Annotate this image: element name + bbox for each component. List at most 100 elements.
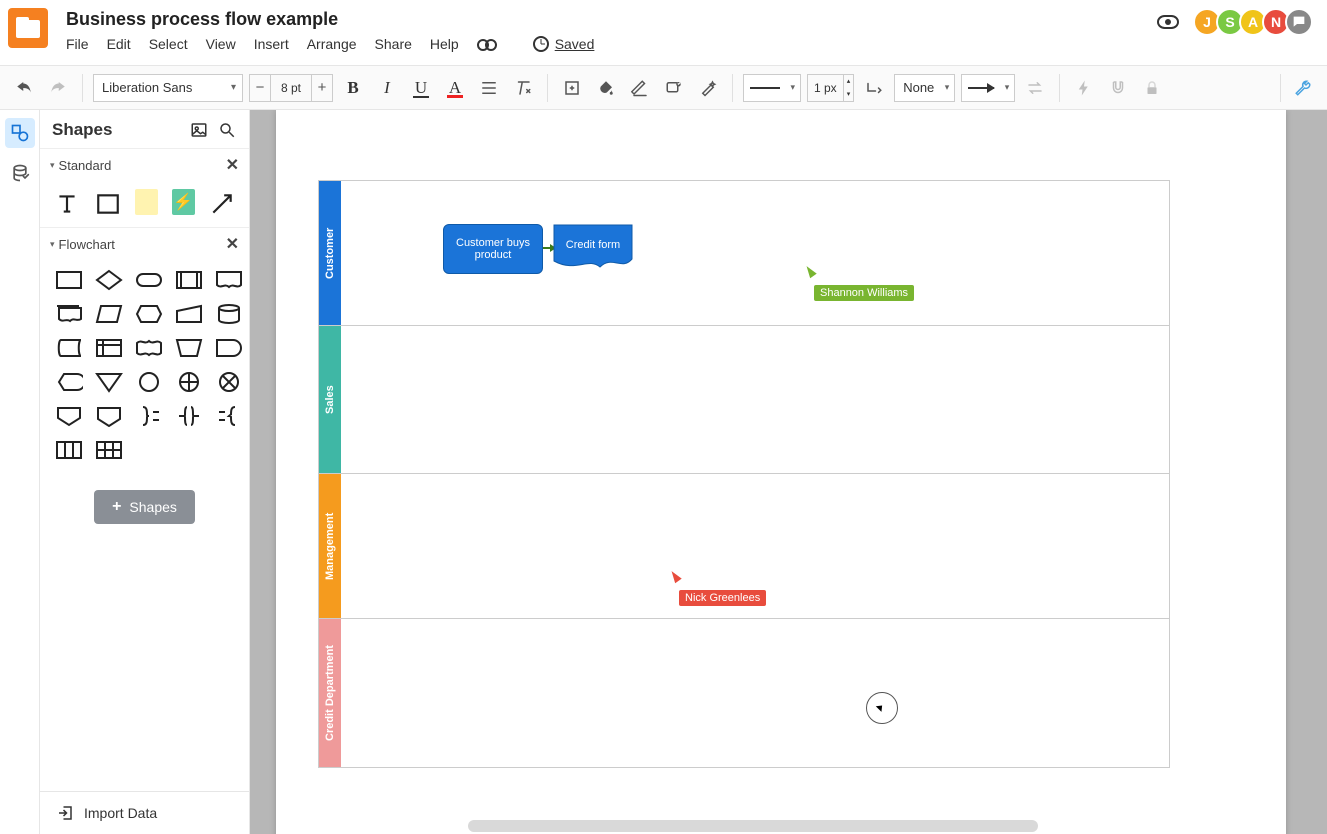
import-data-button[interactable]: Import Data: [40, 791, 249, 834]
menu-edit[interactable]: Edit: [107, 36, 131, 52]
arrow-shape[interactable]: [209, 189, 235, 219]
menu-select[interactable]: Select: [149, 36, 188, 52]
undo-button[interactable]: [10, 74, 38, 102]
fc-multidoc[interactable]: [54, 302, 84, 326]
settings-wrench-icon[interactable]: [1289, 74, 1317, 102]
italic-button[interactable]: I: [373, 74, 401, 102]
section-flowchart[interactable]: ▾Flowchart✕: [40, 227, 249, 260]
menu-arrange[interactable]: Arrange: [307, 36, 357, 52]
fc-delay[interactable]: [214, 336, 244, 360]
present-icon[interactable]: [1157, 15, 1179, 29]
automation-icon[interactable]: [1070, 74, 1098, 102]
fc-process[interactable]: [54, 268, 84, 292]
line-width-down[interactable]: ▾: [844, 88, 854, 101]
fc-tape[interactable]: [134, 336, 164, 360]
snap-icon[interactable]: [1104, 74, 1132, 102]
fc-data[interactable]: [94, 302, 124, 326]
rect-shape[interactable]: [94, 189, 120, 219]
clear-format-button[interactable]: [509, 74, 537, 102]
font-size-increase[interactable]: +: [312, 79, 332, 96]
action-shape[interactable]: [172, 189, 195, 215]
magic-style-button[interactable]: [694, 74, 722, 102]
horizontal-scrollbar[interactable]: [468, 820, 1038, 832]
comments-icon[interactable]: [1285, 8, 1313, 36]
fc-table[interactable]: [54, 438, 84, 462]
menu-view[interactable]: View: [206, 36, 236, 52]
note-shape[interactable]: [135, 189, 158, 215]
shapes-panel-toggle[interactable]: [5, 118, 35, 148]
shape-style-button[interactable]: [660, 74, 688, 102]
fc-grid[interactable]: [94, 438, 124, 462]
fc-storage[interactable]: [54, 336, 84, 360]
lane-management-header[interactable]: Management: [319, 474, 341, 618]
line-routing-button[interactable]: [860, 74, 888, 102]
save-status[interactable]: Saved: [533, 36, 595, 52]
font-size-value[interactable]: 8 pt: [270, 75, 312, 101]
arrow-end-select[interactable]: [961, 74, 1015, 102]
shape-size-button[interactable]: [558, 74, 586, 102]
lane-credit-header[interactable]: Credit Department: [319, 619, 341, 767]
line-style-select[interactable]: [743, 74, 801, 102]
menu-insert[interactable]: Insert: [254, 36, 289, 52]
fc-internal[interactable]: [94, 336, 124, 360]
page[interactable]: Customer Customer buys product Credit fo…: [276, 110, 1286, 834]
text-shape[interactable]: [54, 189, 80, 219]
fc-connector[interactable]: [134, 370, 164, 394]
fc-merge[interactable]: [94, 370, 124, 394]
lane-sales[interactable]: Sales: [319, 326, 1169, 474]
close-standard-icon[interactable]: ✕: [226, 155, 239, 175]
swap-ends-button[interactable]: [1021, 74, 1049, 102]
shape-credit-form[interactable]: Credit form: [553, 224, 633, 272]
fc-brace-left[interactable]: [214, 404, 244, 428]
fc-brace-both[interactable]: [174, 404, 204, 428]
font-family-select[interactable]: Liberation Sans: [93, 74, 243, 102]
menu-help[interactable]: Help: [430, 36, 459, 52]
swimlane-container[interactable]: Customer Customer buys product Credit fo…: [318, 180, 1170, 768]
menu-share[interactable]: Share: [375, 36, 412, 52]
canvas[interactable]: Customer Customer buys product Credit fo…: [250, 110, 1327, 834]
menu-file[interactable]: File: [66, 36, 89, 52]
section-standard[interactable]: ▾Standard✕: [40, 148, 249, 181]
fc-card[interactable]: [94, 404, 124, 428]
shape-customer-buys[interactable]: Customer buys product: [443, 224, 543, 274]
fill-color-button[interactable]: [592, 74, 620, 102]
line-width-stepper[interactable]: 1 px ▴▾: [807, 74, 854, 102]
underline-button[interactable]: U: [407, 74, 435, 102]
fc-database[interactable]: [214, 302, 244, 326]
redo-button[interactable]: [44, 74, 72, 102]
bold-button[interactable]: B: [339, 74, 367, 102]
line-width-up[interactable]: ▴: [844, 75, 854, 88]
fc-terminator[interactable]: [134, 268, 164, 292]
close-flowchart-icon[interactable]: ✕: [226, 234, 239, 254]
lane-credit[interactable]: Credit Department: [319, 619, 1169, 767]
fc-preparation[interactable]: [134, 302, 164, 326]
lane-customer[interactable]: Customer Customer buys product Credit fo…: [319, 181, 1169, 326]
fc-display[interactable]: [54, 370, 84, 394]
fc-sum[interactable]: [174, 370, 204, 394]
document-title[interactable]: Business process flow example: [66, 8, 1157, 30]
lane-customer-header[interactable]: Customer: [319, 181, 341, 325]
fc-predefined[interactable]: [174, 268, 204, 292]
align-button[interactable]: [475, 74, 503, 102]
fc-or[interactable]: [214, 370, 244, 394]
find-icon[interactable]: [477, 37, 497, 51]
text-color-button[interactable]: A: [441, 74, 469, 102]
search-shapes-icon[interactable]: [217, 120, 237, 140]
fc-input[interactable]: [174, 302, 204, 326]
fc-manual[interactable]: [174, 336, 204, 360]
fc-offpage[interactable]: [54, 404, 84, 428]
home-folder-icon[interactable]: [8, 8, 48, 48]
image-library-icon[interactable]: [189, 120, 209, 140]
fc-brace-right[interactable]: [134, 404, 164, 428]
lane-sales-header[interactable]: Sales: [319, 326, 341, 473]
cursor-label-shannon: Shannon Williams: [814, 285, 914, 301]
fc-document[interactable]: [214, 268, 244, 292]
font-size-decrease[interactable]: −: [250, 79, 270, 96]
font-size-stepper[interactable]: − 8 pt +: [249, 74, 333, 102]
border-color-button[interactable]: [626, 74, 654, 102]
fc-decision[interactable]: [94, 268, 124, 292]
data-panel-toggle[interactable]: [5, 158, 35, 188]
arrow-start-select[interactable]: None: [894, 74, 955, 102]
lock-icon[interactable]: [1138, 74, 1166, 102]
more-shapes-button[interactable]: Shapes: [94, 490, 195, 524]
